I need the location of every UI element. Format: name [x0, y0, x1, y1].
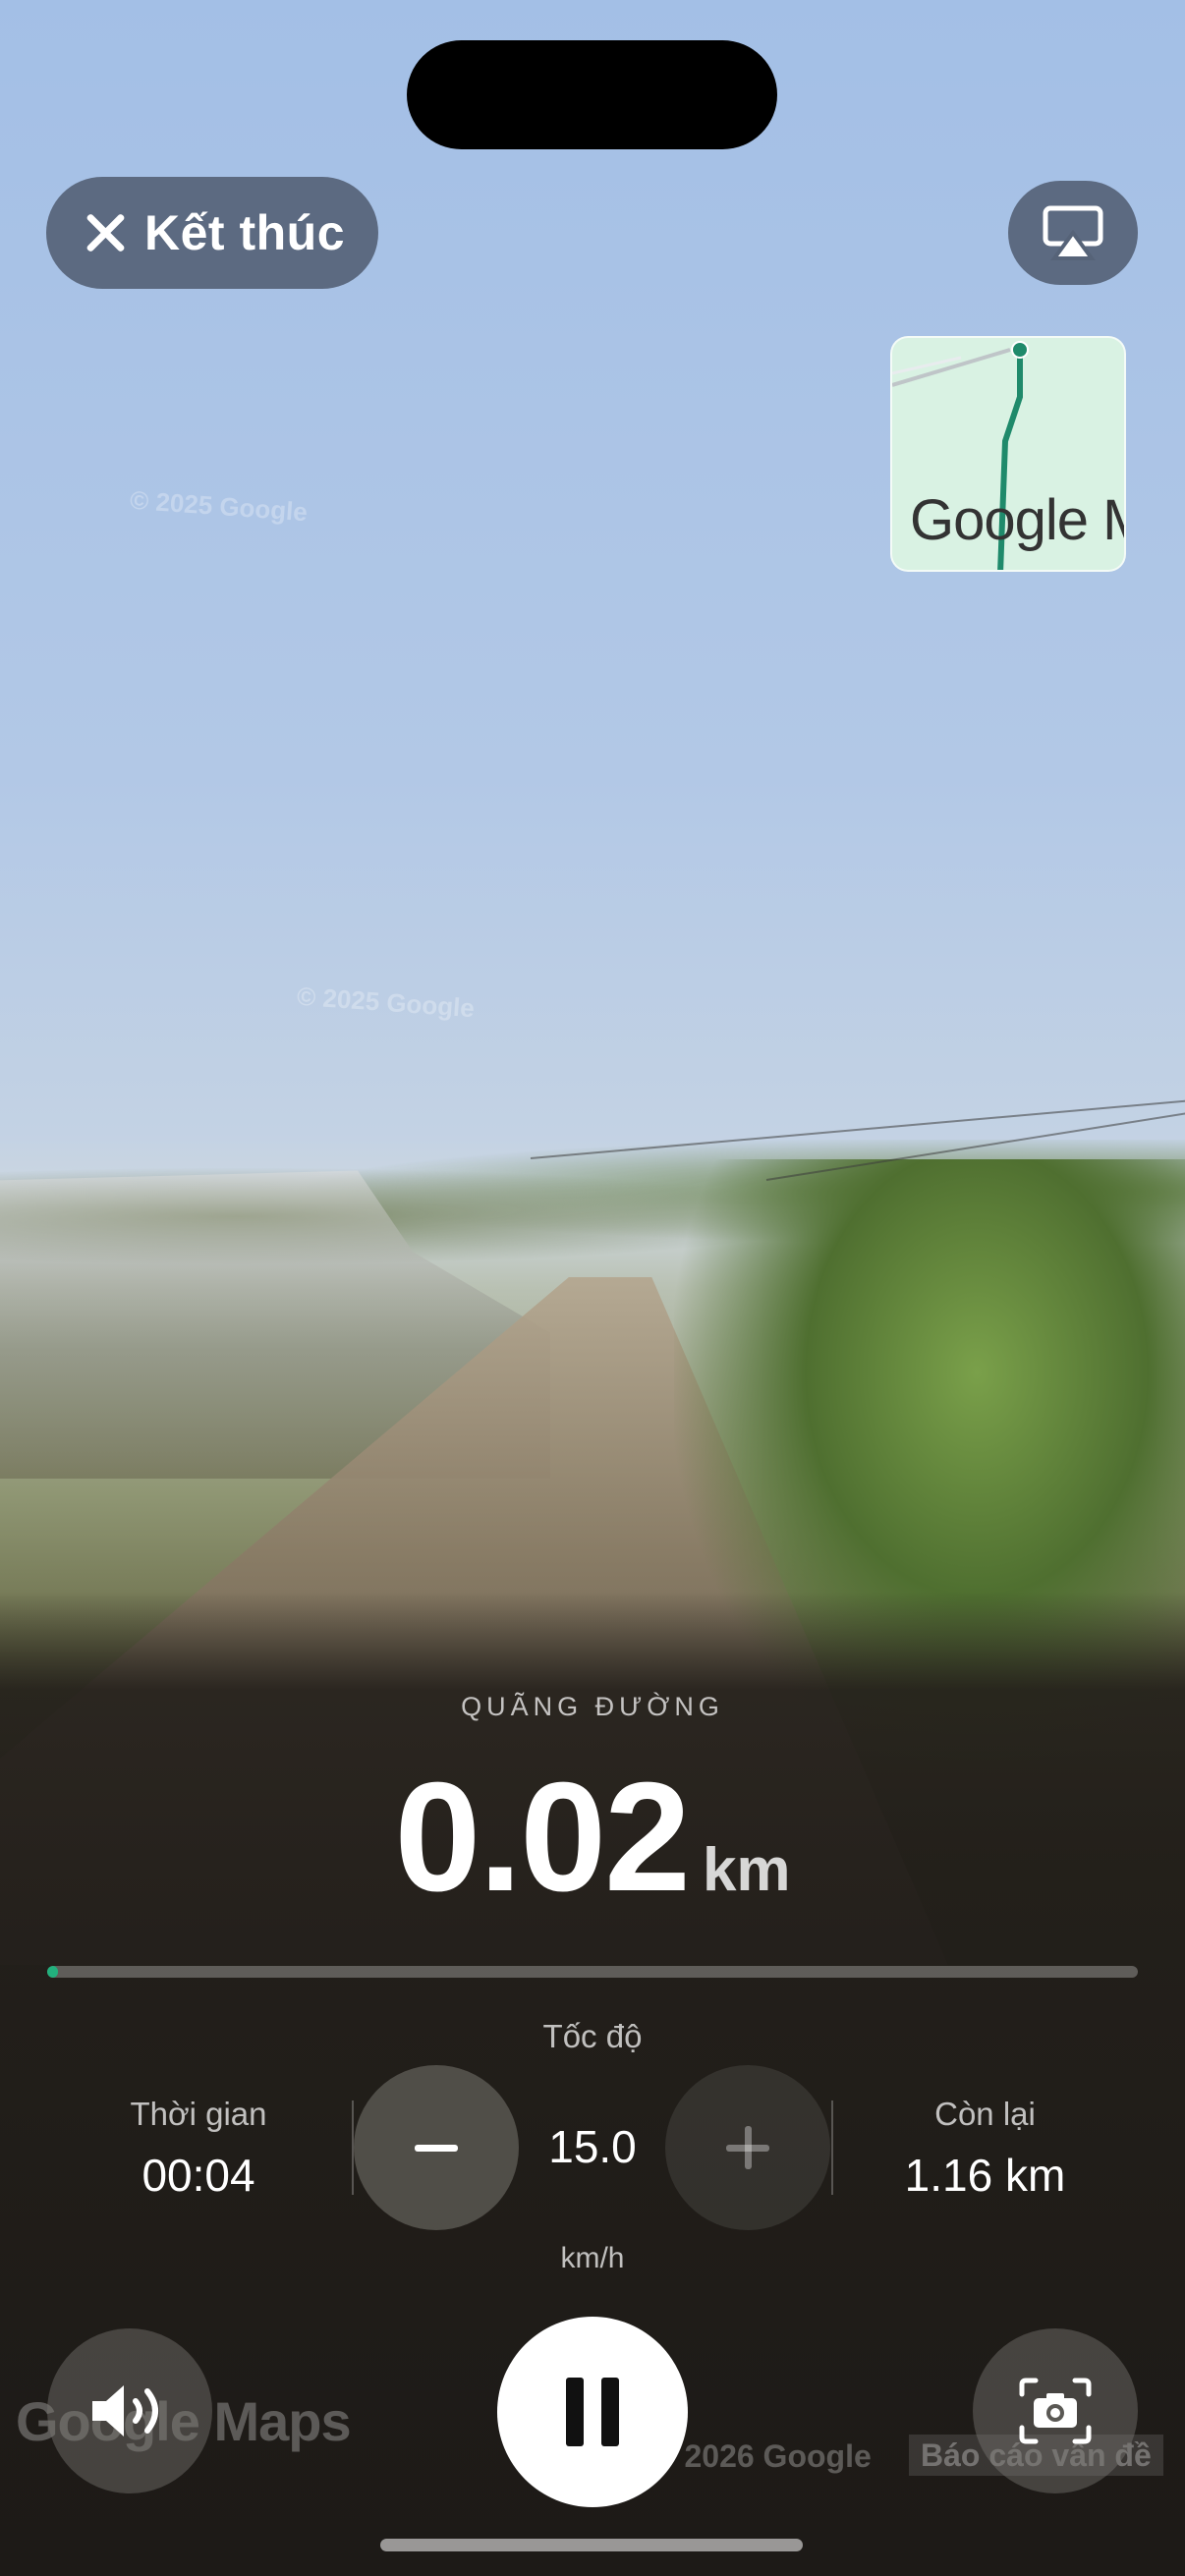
screenshot-button[interactable] [973, 2328, 1138, 2493]
distance-caption: QUÃNG ĐƯỜNG [461, 1692, 724, 1721]
remaining-label: Còn lại [934, 2096, 1036, 2132]
route-minimap[interactable]: Google M [890, 336, 1126, 572]
airplay-icon [1043, 205, 1103, 260]
copyright-text: © 2026 Google [652, 2438, 872, 2474]
speed-value: 15.0 [548, 2121, 637, 2172]
pause-icon [566, 2378, 584, 2446]
end-button-label: Kết thúc [144, 205, 345, 260]
speaker-icon [92, 2385, 158, 2436]
speed-caption: Tốc độ [542, 2018, 643, 2054]
dynamic-island [407, 40, 777, 149]
close-icon [84, 211, 127, 254]
route-progress-fill [47, 1966, 59, 1978]
distance-readout: 0.02 km [0, 1749, 1185, 1927]
time-label: Thời gian [130, 2096, 267, 2132]
minimap-google-logo: Google M [910, 488, 1126, 552]
distance-unit: km [702, 1836, 791, 1904]
airplay-button[interactable] [1008, 181, 1138, 285]
home-indicator[interactable] [380, 2539, 803, 2551]
route-progress-bar [47, 1966, 1138, 1978]
divider [831, 2100, 833, 2195]
minus-icon [415, 2144, 458, 2152]
speed-unit: km/h [560, 2242, 625, 2274]
time-value: 00:04 [141, 2150, 255, 2201]
end-button[interactable]: Kết thúc [46, 177, 378, 289]
camera-capture-icon [1019, 2378, 1092, 2444]
distance-value: 0.02 [394, 1751, 691, 1924]
remaining-value: 1.16 km [904, 2150, 1066, 2201]
sound-button[interactable] [47, 2328, 212, 2493]
pause-button[interactable] [497, 2317, 688, 2507]
speed-increase-button[interactable] [665, 2065, 830, 2230]
